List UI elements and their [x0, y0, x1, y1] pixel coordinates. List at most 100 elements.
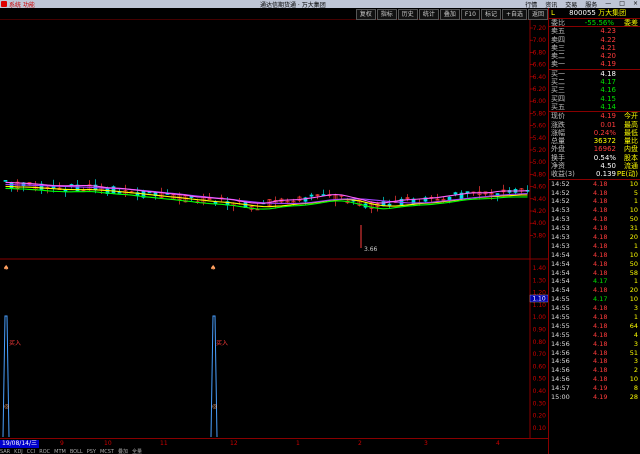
kline-chart-area[interactable]: 7.20 7.00 6.80 6.60 6.40 6.20 6.00 5.80 5.60 5.40… [0, 20, 548, 450]
bids-label: 买一 [551, 69, 565, 78]
bids-label: 买三 [551, 86, 565, 95]
stat-label: 换手 [551, 153, 565, 162]
stat-value: 0.139 [595, 170, 616, 179]
indicator-tab-9[interactable]: 全量 [132, 449, 142, 454]
tick-price: 4.18 [593, 206, 608, 215]
quote-panel: L 800055 万大集团 委比 -55.56% 委差 卖五 4.23 卖四 4.22… [548, 8, 640, 454]
tick-volume: 64 [629, 321, 638, 330]
tick-time: 14:55 [551, 295, 570, 304]
tick-row: 14:54 4.17 1 [549, 277, 640, 286]
tick-volume: 10 [629, 206, 638, 215]
indicator-tab-2[interactable]: CCI [27, 449, 35, 454]
tick-volume: 1 [633, 277, 638, 286]
asks-price: 4.22 [600, 35, 616, 44]
tick-row: 14:53 4.18 10 [549, 206, 640, 215]
tick-volume: 3 [633, 339, 638, 348]
signal-marker-icon: ◎ [4, 403, 9, 410]
time-tick-5: 2 [358, 440, 362, 447]
ind-tick-label: 1.40 [533, 265, 547, 272]
tick-time: 14:53 [551, 215, 570, 224]
signal-marker-icon: ◎ [212, 403, 217, 410]
indicator-tab-0[interactable]: SAR [0, 449, 10, 454]
tick-time: 14:54 [551, 259, 570, 268]
ind-tick-label: 0.40 [533, 388, 547, 395]
tick-time: 14:54 [551, 268, 570, 277]
tick-volume: 28 [629, 393, 638, 402]
price-tick-label: 6.00 [533, 98, 547, 105]
price-tick-label: 4.60 [533, 184, 547, 191]
stock-code[interactable]: 800055 [569, 9, 596, 17]
tick-price: 4.18 [593, 321, 608, 330]
toolbar-button-6[interactable]: 标记 [480, 9, 501, 20]
toolbar-button-5[interactable]: F10 [460, 9, 480, 20]
indicator-tabs: SAR KDJ CCI ROC MTM BOLL PSY MCST 叠加 全量 [0, 448, 548, 454]
tick-row: 14:53 4.18 50 [549, 215, 640, 224]
ind-tick-label: 0.10 [533, 425, 547, 432]
stat-row: 现价 4.19 今开 [549, 112, 640, 120]
bids-price: 4.17 [600, 78, 616, 87]
time-tick-4: 1 [296, 440, 300, 447]
time-tick-0: 9 [60, 440, 64, 447]
tick-row: 14:55 4.18 1 [549, 313, 640, 322]
toolbar-button-7[interactable]: +自选 [501, 9, 527, 20]
toolbar-button-8[interactable]: 返回 [527, 9, 548, 20]
toolbar-button-4[interactable]: 叠加 [439, 9, 460, 20]
candle-body [387, 203, 392, 206]
stat-extra: PE(动) [616, 170, 638, 179]
indicator-tab-6[interactable]: PSY [87, 449, 96, 454]
stat-label: 涨跌 [551, 120, 565, 129]
bids-price: 4.16 [600, 86, 616, 95]
tick-price: 4.19 [593, 393, 608, 402]
stat-row: 涨幅 0.24% 最低 [549, 129, 640, 137]
mushroom-icon-1: ♠ [3, 264, 9, 272]
stat-extra: 内盘 [624, 145, 638, 154]
asks-row: 卖一 4.19 [549, 60, 640, 68]
tick-time: 14:56 [551, 339, 570, 348]
toolbar-button-3[interactable]: 统计 [418, 9, 439, 20]
ma-line-purple [5, 183, 528, 205]
tick-time: 14:56 [551, 366, 570, 375]
tick-time: 14:53 [551, 206, 570, 215]
candle-body [447, 196, 452, 201]
asks-price: 4.20 [600, 52, 616, 61]
indicator-tab-5[interactable]: BOLL [70, 449, 83, 454]
toolbar-button-2[interactable]: 历史 [397, 9, 418, 20]
cursor-date-box: 19/08/14/三 [0, 440, 39, 448]
tick-volume: 20 [629, 232, 638, 241]
price-tick-label: 4.20 [533, 208, 547, 215]
stat-value: 4.19 [600, 112, 616, 121]
order-ratio-label: 委比 [551, 19, 565, 27]
tick-time: 14:57 [551, 384, 570, 393]
tick-row: 14:57 4.19 8 [549, 384, 640, 393]
indicator-tab-7[interactable]: MCST [100, 449, 114, 454]
tick-row: 15:00 4.19 28 [549, 393, 640, 402]
tick-price: 4.18 [593, 357, 608, 366]
indicator-chart[interactable]: 1.401.301.201.101.000.900.800.700.600.50… [0, 260, 548, 438]
toolbar-button-0[interactable]: 复权 [355, 9, 376, 20]
signal-label-1: 买入 [9, 339, 21, 347]
indicator-tab-1[interactable]: KDJ [14, 449, 23, 454]
tick-volume: 10 [629, 179, 638, 188]
bids-label: 买五 [551, 102, 565, 111]
asks-row: 卖三 4.21 [549, 44, 640, 52]
tick-time: 14:52 [551, 179, 570, 188]
signal-spike-2 [210, 315, 218, 438]
toolbar-button-1[interactable]: 指标 [376, 9, 397, 20]
stat-value: 0.01 [600, 120, 616, 129]
price-tick-label: 5.20 [533, 147, 547, 154]
tick-row: 14:53 4.18 20 [549, 233, 640, 242]
indicator-tab-4[interactable]: MTM [54, 449, 66, 454]
indicator-tab-8[interactable]: 叠加 [118, 449, 128, 454]
tick-price: 4.17 [593, 295, 608, 304]
bid-levels: 买一 4.18 买二 4.17 买三 4.16 买四 4.15 买五 4.14 [549, 68, 640, 111]
asks-row: 卖五 4.23 [549, 27, 640, 35]
asks-label: 卖四 [551, 35, 565, 44]
price-chart[interactable]: 7.20 7.00 6.80 6.60 6.40 6.20 6.00 5.80 5.60 5.40… [0, 20, 548, 260]
indicator-tab-3[interactable]: ROC [39, 449, 50, 454]
tick-row: 14:55 4.18 3 [549, 304, 640, 313]
tick-volume: 10 [629, 295, 638, 304]
tick-time: 14:56 [551, 357, 570, 366]
asks-price: 4.21 [600, 43, 616, 52]
tick-list[interactable]: 14:52 4.18 10 14:52 4.18 5 14:52 4.18 1 14:53 4.18… [549, 178, 640, 402]
price-tick-label: 5.60 [533, 123, 547, 130]
